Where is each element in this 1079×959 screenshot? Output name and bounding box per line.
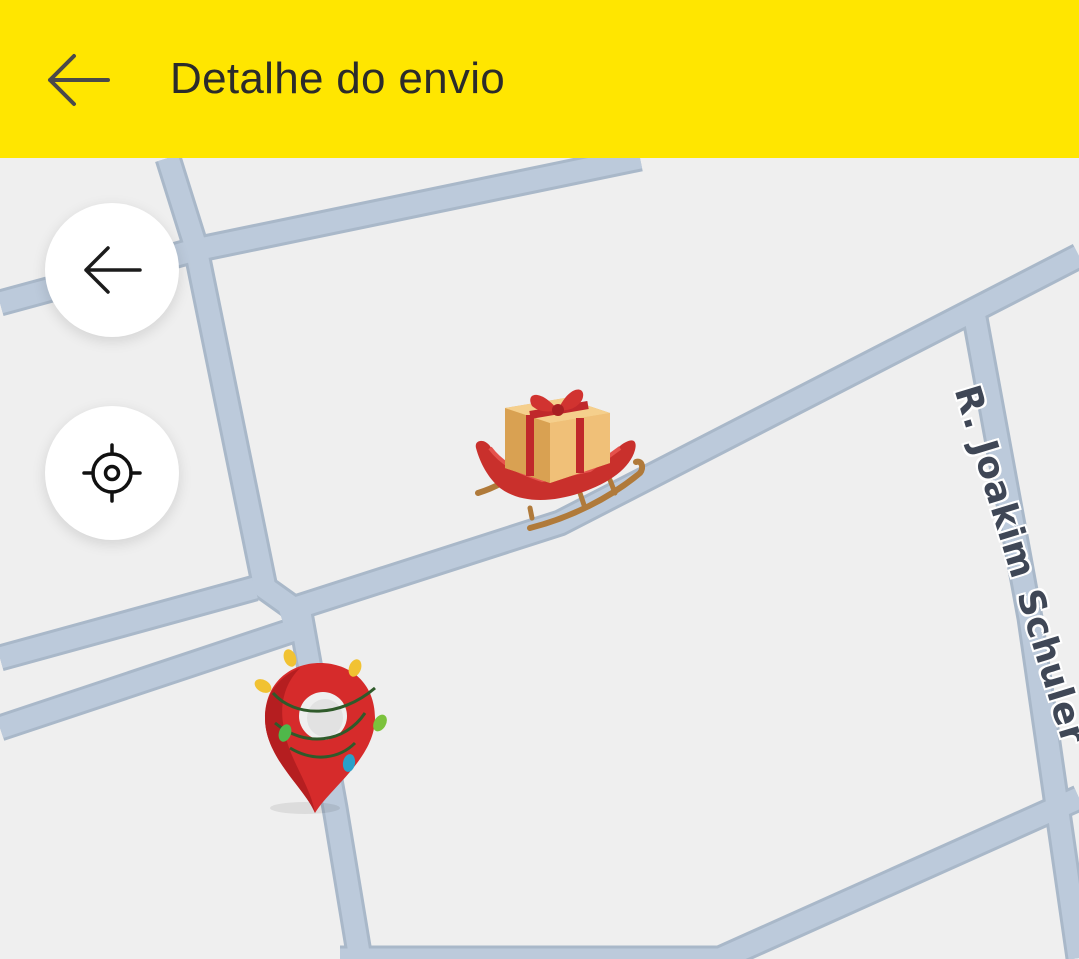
arrow-left-icon	[48, 54, 110, 106]
my-location-button[interactable]	[45, 406, 179, 540]
location-pin-with-lights-icon[interactable]	[245, 648, 395, 818]
page-title: Detalhe do envio	[170, 54, 506, 103]
map-view[interactable]: R. Joakim Schuler	[0, 158, 1079, 959]
map-back-button[interactable]	[45, 203, 179, 337]
arrow-left-icon	[84, 246, 142, 294]
top-app-bar: Detalhe do envio	[0, 0, 1079, 158]
app-screen: Detalhe do envio R. Joakim Schuler	[0, 0, 1079, 959]
sleigh-with-gift-icon[interactable]	[470, 368, 645, 538]
crosshair-icon	[82, 443, 142, 503]
header-back-button[interactable]	[38, 42, 118, 118]
